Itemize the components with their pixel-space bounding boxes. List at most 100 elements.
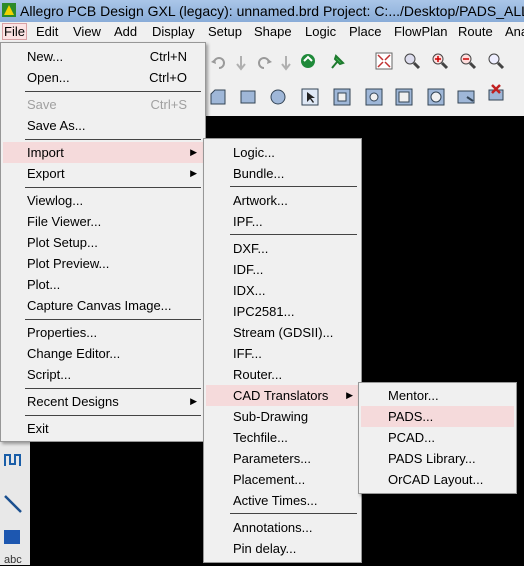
menu-add[interactable]: Add [114,24,137,39]
shape-rect-icon[interactable] [239,88,257,106]
menu-view[interactable]: View [73,24,101,39]
text-tool-icon[interactable]: abc [4,554,22,566]
menu-file[interactable]: File [2,23,27,40]
menu-item-pcad[interactable]: PCAD... [361,427,514,448]
menu-edit[interactable]: Edit [36,24,58,39]
stream-label: Stream (GDSII)... [233,325,334,340]
menu-item-pin-delay[interactable]: Pin delay... [206,538,359,559]
parameters-label: Parameters... [233,451,312,466]
cad-translators-submenu: Mentor... PADS... PCAD... PADS Library..… [358,382,517,494]
redo-icon[interactable] [255,54,273,72]
shape-circle-icon[interactable] [269,88,287,106]
undo-icon[interactable] [210,54,228,72]
menu-item-cad-translators[interactable]: CAD Translators ▶ [206,385,359,406]
pads-library-label: PADS Library... [388,451,476,466]
mentor-label: Mentor... [388,388,439,403]
capture-label: Capture Canvas Image... [27,298,172,313]
router-label: Router... [233,367,283,382]
menu-item-new[interactable]: New... Ctrl+N [3,46,203,67]
select-shape-icon[interactable] [301,88,319,106]
file-viewer-label: File Viewer... [27,214,102,229]
menu-item-properties[interactable]: Properties... [3,322,203,343]
menu-flowplan[interactable]: FlowPlan [394,24,447,39]
rect-tool-icon[interactable] [4,530,20,544]
line-tool-icon[interactable] [3,494,23,514]
shape-merge-icon[interactable] [457,88,475,106]
void-circle-icon[interactable] [427,88,445,106]
menu-item-active-times[interactable]: Active Times... [206,490,359,511]
zoom-out-icon[interactable] [459,52,477,70]
menu-item-bundle[interactable]: Bundle... [206,163,359,184]
menu-shape[interactable]: Shape [254,24,292,39]
menu-item-ipf[interactable]: IPF... [206,211,359,232]
menu-item-artwork[interactable]: Artwork... [206,190,359,211]
menu-item-annotations[interactable]: Annotations... [206,517,359,538]
zoom-in-icon[interactable] [431,52,449,70]
export-label: Export [27,166,65,181]
pcad-label: PCAD... [388,430,435,445]
menu-item-export[interactable]: Export ▶ [3,163,203,184]
menu-item-pads-library[interactable]: PADS Library... [361,448,514,469]
edit-boundary-icon[interactable] [365,88,383,106]
delete-islands-icon[interactable] [487,84,505,102]
menu-item-plot-setup[interactable]: Plot Setup... [3,232,203,253]
menu-logic[interactable]: Logic [305,24,336,39]
artwork-label: Artwork... [233,193,288,208]
menu-item-recent-designs[interactable]: Recent Designs ▶ [3,391,203,412]
file-menu: New... Ctrl+N Open... Ctrl+O Save Ctrl+S… [0,42,206,442]
ipf-label: IPF... [233,214,263,229]
submenu-arrow-icon: ▶ [190,168,197,178]
menu-item-change-editor[interactable]: Change Editor... [3,343,203,364]
redo-down-icon[interactable] [277,54,295,72]
menu-item-save-as[interactable]: Save As... [3,115,203,136]
dxf-label: DXF... [233,241,269,256]
menu-item-exit[interactable]: Exit [3,418,203,439]
menu-item-sub-drawing[interactable]: Sub-Drawing [206,406,359,427]
menu-item-plot-preview[interactable]: Plot Preview... [3,253,203,274]
shape-green-icon[interactable] [299,52,317,70]
menu-setup[interactable]: Setup [208,24,242,39]
menu-item-mentor[interactable]: Mentor... [361,385,514,406]
zoom-fit-icon[interactable] [375,52,393,70]
menu-item-pads[interactable]: PADS... [361,406,514,427]
route-wave-icon[interactable] [3,450,23,470]
menu-item-idf[interactable]: IDF... [206,259,359,280]
menu-item-logic[interactable]: Logic... [206,142,359,163]
iff-label: IFF... [233,346,262,361]
menu-display[interactable]: Display [152,24,195,39]
menu-separator [230,186,357,187]
menu-route[interactable]: Route [458,24,493,39]
menu-item-idx[interactable]: IDX... [206,280,359,301]
menu-place[interactable]: Place [349,24,382,39]
properties-label: Properties... [27,325,98,340]
menu-item-router[interactable]: Router... [206,364,359,385]
menu-item-dxf[interactable]: DXF... [206,238,359,259]
undo-down-icon[interactable] [232,54,250,72]
menu-item-orcad-layout[interactable]: OrCAD Layout... [361,469,514,490]
save-shortcut: Ctrl+S [150,97,187,112]
menu-item-file-viewer[interactable]: File Viewer... [3,211,203,232]
menu-item-import[interactable]: Import ▶ [3,142,203,163]
placement-label: Placement... [233,472,306,487]
zoom-window-icon[interactable] [403,52,421,70]
menu-item-viewlog[interactable]: Viewlog... [3,190,203,211]
menu-item-capture-canvas[interactable]: Capture Canvas Image... [3,295,203,316]
menu-item-iff[interactable]: IFF... [206,343,359,364]
menu-item-open[interactable]: Open... Ctrl+O [3,67,203,88]
menu-item-ipc2581[interactable]: IPC2581... [206,301,359,322]
menu-separator [25,139,201,140]
change-editor-label: Change Editor... [27,346,121,361]
menu-item-plot[interactable]: Plot... [3,274,203,295]
menu-item-script[interactable]: Script... [3,364,203,385]
shape-poly-icon[interactable] [209,88,227,106]
void-rect-icon[interactable] [395,88,413,106]
menu-analyze[interactable]: Ana [505,24,524,39]
logic-label: Logic... [233,145,275,160]
menu-item-placement[interactable]: Placement... [206,469,359,490]
menu-item-stream[interactable]: Stream (GDSII)... [206,322,359,343]
menu-item-techfile[interactable]: Techfile... [206,427,359,448]
pin-icon[interactable] [329,52,347,70]
menu-item-parameters[interactable]: Parameters... [206,448,359,469]
zoom-previous-icon[interactable] [487,52,505,70]
manual-void-icon[interactable] [333,88,351,106]
